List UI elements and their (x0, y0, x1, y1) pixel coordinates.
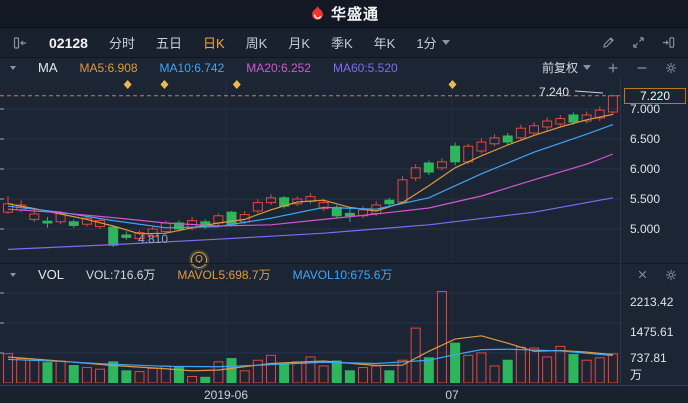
event-diamond-marker (232, 80, 241, 89)
zoom-in-icon[interactable] (606, 61, 620, 75)
volume-indicator-row: VOL VOL:716.6万 MAVOL5:698.7万 MAVOL10:675… (0, 264, 688, 285)
adjust-type-dropdown[interactable]: 前复权 (542, 59, 591, 76)
toolbar-right-icons (601, 35, 676, 50)
event-diamond-marker (160, 80, 169, 89)
price-tick: 5.000 (630, 222, 661, 236)
tab-monthly-k[interactable]: 月K (288, 33, 310, 52)
app-logo-text: 华盛通 (330, 6, 379, 23)
close-indicator-icon[interactable] (636, 268, 649, 281)
huasheng-trading-app: 华盛通 02128 分时 五日 日K 周K 月K 季K 年K 1分 MA MA5… (0, 0, 688, 403)
volume-series (3, 290, 618, 384)
volume-bars-chart[interactable] (0, 285, 688, 384)
app-header: 华盛通 (0, 0, 688, 28)
chevron-down-icon (583, 65, 591, 70)
minute-period-value: 1分 (416, 36, 437, 51)
volume-tick: 1475.61 (630, 325, 674, 339)
chart-settings-gear-icon[interactable] (664, 61, 678, 75)
event-diamond-marker (123, 80, 132, 89)
dock-panel-icon[interactable] (661, 35, 676, 50)
date-label: 07 (445, 388, 459, 402)
event-diamond-marker (448, 80, 457, 89)
candlestick-series (3, 94, 618, 247)
price-tick: 5.500 (630, 192, 661, 206)
price-tick: 7.000 (630, 102, 661, 116)
ma5-value: MA5:6.908 (79, 60, 138, 75)
stock-code: 02128 (49, 34, 88, 51)
price-tick: 6.500 (630, 132, 661, 146)
ma20-value: MA20:6.252 (246, 60, 311, 75)
axis-separator (620, 78, 621, 385)
low-price-label: 4.810 (138, 232, 169, 246)
volume-axis-unit: 万 (630, 368, 643, 382)
tab-quarterly-k[interactable]: 季K (331, 33, 353, 52)
date-label: 2019-06 (203, 388, 249, 402)
price-tick: 6.000 (630, 162, 661, 176)
huasheng-logo-icon (311, 6, 323, 20)
tab-timeline[interactable]: 分时 (109, 33, 135, 52)
mavol5-value: MAVOL5:698.7万 (177, 268, 271, 282)
price-chart-area[interactable]: 7.240 4.810 Q 7.220 7.000 6.500 6.000 5.… (0, 78, 688, 268)
vol-value: VOL:716.6万 (86, 268, 156, 282)
vol-settings-gear-icon[interactable] (664, 268, 678, 282)
ma60-value: MA60:5.520 (332, 60, 398, 75)
ma10-value: MA10:6.742 (159, 60, 225, 75)
draw-tool-icon[interactable] (601, 35, 616, 50)
zoom-out-icon[interactable] (635, 61, 649, 75)
volume-tick: 2213.42 (630, 295, 674, 309)
vol-row-controls (636, 268, 678, 282)
tab-yearly-k[interactable]: 年K (374, 33, 396, 52)
volume-tick: 737.81 (630, 351, 667, 365)
tab-weekly-k[interactable]: 周K (246, 33, 268, 52)
ma-collapse-caret-icon[interactable] (10, 65, 16, 70)
high-price-label: 7.240 (539, 85, 570, 99)
ma-row-controls: 前复权 (542, 59, 678, 76)
chart-toolbar: 02128 分时 五日 日K 周K 月K 季K 年K 1分 (0, 28, 688, 58)
tab-5day[interactable]: 五日 (156, 33, 182, 52)
mavol10-value: MAVOL10:675.6万 (292, 268, 393, 282)
volume-chart-area[interactable]: 2213.42 1475.61 737.81 万 (0, 285, 688, 384)
candlestick-chart[interactable] (0, 78, 688, 262)
chevron-down-icon (441, 40, 450, 45)
collapse-left-icon[interactable] (12, 35, 28, 51)
ma-label: MA (38, 60, 58, 75)
tab-daily-k[interactable]: 日K (203, 33, 225, 52)
vol-label: VOL (38, 267, 65, 282)
fullscreen-icon[interactable] (631, 35, 646, 50)
adjust-type-value: 前复权 (541, 61, 578, 75)
minute-period-dropdown[interactable]: 1分 (416, 33, 450, 52)
time-axis: 2019-06 07 (0, 385, 688, 403)
vol-collapse-caret-icon[interactable] (10, 272, 16, 277)
ma-indicator-row: MA MA5:6.908 MA10:6.742 MA20:6.252 MA60:… (0, 57, 688, 78)
